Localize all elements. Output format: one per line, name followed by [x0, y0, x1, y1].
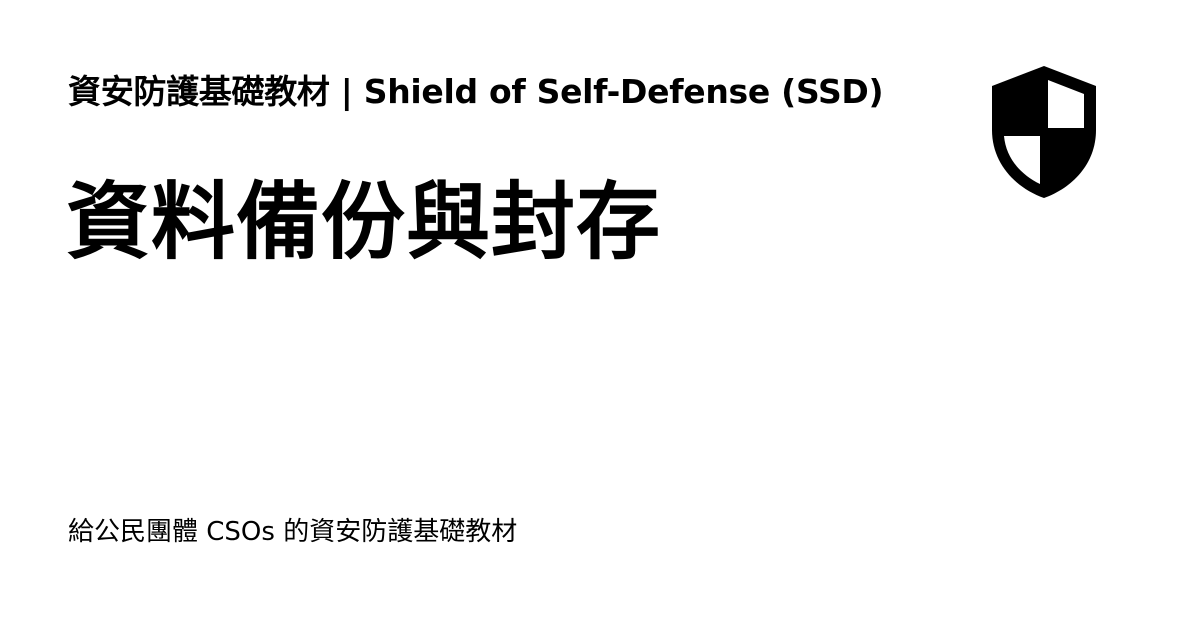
- shield-logo: [988, 64, 1100, 200]
- site-title: 資安防護基礎教材 | Shield of Self-Defense (SSD): [68, 72, 884, 111]
- page-title: 資料備份與封存: [66, 173, 662, 271]
- social-card: 資安防護基礎教材 | Shield of Self-Defense (SSD) …: [0, 0, 1200, 630]
- shield-icon: [992, 66, 1096, 198]
- site-tagline: 給公民團體 CSOs 的資安防護基礎教材: [68, 517, 518, 547]
